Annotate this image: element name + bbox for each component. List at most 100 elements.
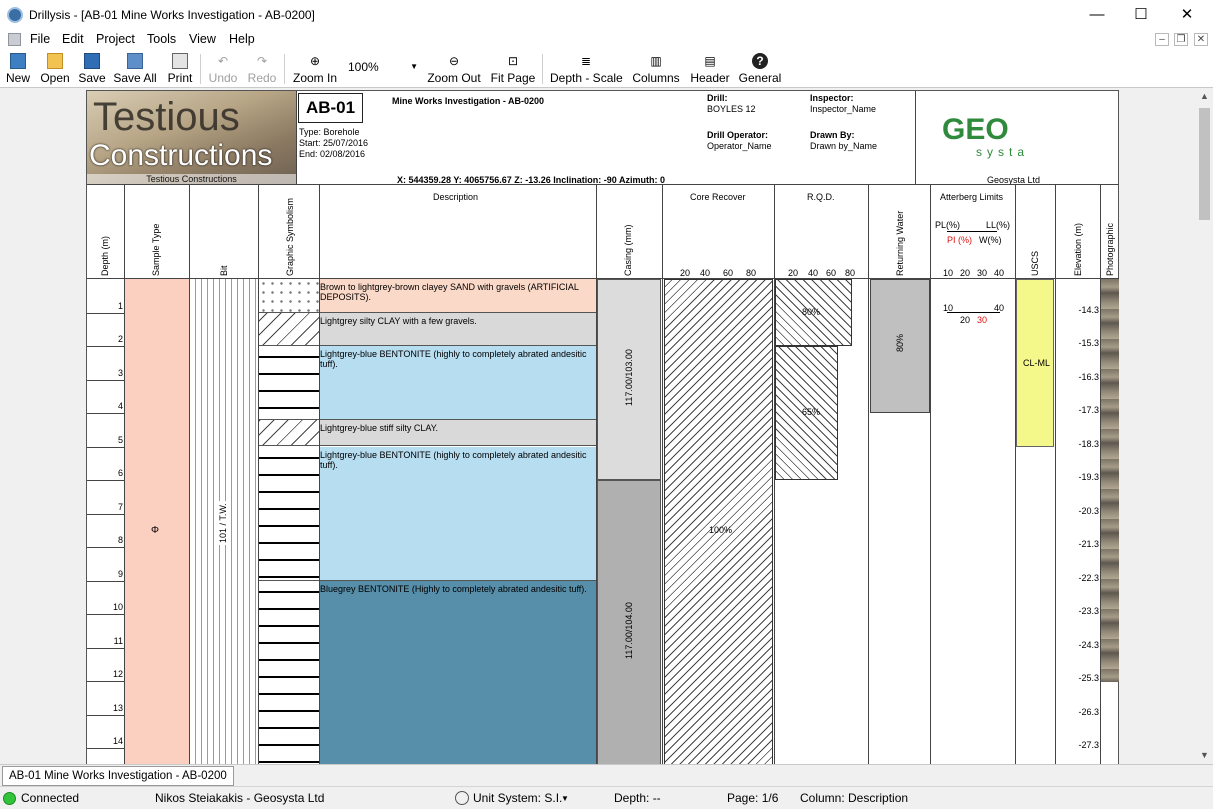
- layer-description[interactable]: Lightgrey-blue stiff silty CLAY.: [320, 419, 596, 447]
- elevation-tick: -14.3: [1078, 304, 1099, 315]
- end-date: End: 02/08/2016: [299, 149, 366, 159]
- column-header-description[interactable]: Description: [433, 192, 478, 202]
- zoom-in-label: Zoom In: [292, 71, 337, 85]
- column-header-rqd[interactable]: R.Q.D.: [807, 192, 835, 202]
- zoom-level-select[interactable]: 100% ▼: [343, 56, 420, 78]
- scroll-down-icon[interactable]: ▼: [1196, 747, 1213, 764]
- window-title: Drillysis - [AB-01 Mine Works Investigat…: [29, 8, 315, 22]
- menu-project[interactable]: Project: [96, 32, 135, 46]
- geosysta-logo-subtext: systa: [976, 145, 1030, 159]
- column-header-casing[interactable]: Casing (mm): [623, 224, 633, 276]
- returning-water-bar[interactable]: 80%: [870, 279, 930, 413]
- minimize-button[interactable]: —: [1074, 0, 1120, 30]
- atterberg-ll-label: LL(%): [986, 220, 1011, 230]
- elevation-tick: -15.3: [1078, 338, 1099, 348]
- fit-page-icon: ⊡: [507, 54, 519, 68]
- zoom-in-button[interactable]: ⊕ Zoom In: [292, 50, 338, 88]
- bit-column[interactable]: 101 / T.W.: [190, 279, 258, 764]
- toolbar-separator: [200, 54, 201, 84]
- menu-view[interactable]: View: [189, 32, 216, 46]
- uscs-cell[interactable]: CL-ML: [1016, 279, 1054, 447]
- column-divider: [868, 184, 869, 764]
- column-divider: [319, 184, 320, 764]
- divider: [87, 184, 1119, 185]
- layer-description[interactable]: Brown to lightgrey-brown clayey SAND wit…: [320, 279, 596, 313]
- atterberg-range-line: [947, 312, 1000, 313]
- logo-text-testious: Testious: [93, 95, 240, 139]
- depth-tick: 3: [117, 367, 123, 378]
- core-recover-bar[interactable]: 100%: [664, 279, 773, 764]
- graphic-symbol-cell: [259, 419, 319, 447]
- zoom-out-button[interactable]: ⊖ Zoom Out: [425, 50, 483, 88]
- menu-tools[interactable]: Tools: [147, 32, 176, 46]
- save-all-icon: [127, 53, 143, 69]
- save-all-button[interactable]: Save All: [113, 50, 157, 88]
- column-header-bit[interactable]: Bit: [219, 265, 229, 276]
- columns-button[interactable]: ▥ Columns: [631, 50, 681, 88]
- open-button[interactable]: Open: [38, 50, 72, 88]
- scroll-up-icon[interactable]: ▲: [1196, 88, 1213, 105]
- mdi-minimize-button[interactable]: ‒: [1155, 33, 1169, 46]
- save-button[interactable]: Save: [78, 50, 106, 88]
- redo-label: Redo: [247, 71, 277, 85]
- header-button[interactable]: ▤ Header: [689, 50, 731, 88]
- column-header-returning-water[interactable]: Returning Water: [895, 211, 905, 276]
- redo-button[interactable]: ↷ Redo: [247, 50, 277, 88]
- column-divider: [662, 184, 663, 764]
- general-button[interactable]: ? General: [738, 50, 782, 88]
- undo-button[interactable]: ↶ Undo: [207, 50, 239, 88]
- casing-cell[interactable]: 117.00/103.00: [597, 279, 661, 480]
- new-button[interactable]: New: [3, 50, 33, 88]
- column-header-sample-type[interactable]: Sample Type: [151, 224, 161, 276]
- column-header-graphic[interactable]: Graphic Symbolism: [285, 198, 295, 276]
- depth-tick: 2: [117, 334, 123, 344]
- unit-system-status[interactable]: Unit System: S.I.: [473, 791, 562, 805]
- app-window: Drillysis - [AB-01 Mine Works Investigat…: [0, 0, 1213, 809]
- column-header-core-recover[interactable]: Core Recover: [690, 192, 746, 202]
- depth-gridline: [87, 714, 124, 716]
- rqd-bar[interactable]: 65%: [775, 346, 838, 480]
- depth-gridline: [87, 614, 124, 615]
- column-header-photographic[interactable]: Photographic: [1105, 223, 1115, 276]
- sample-type-column[interactable]: Φ: [125, 279, 189, 764]
- casing-value: 117.00/103.00: [624, 349, 634, 406]
- print-button[interactable]: Print: [165, 50, 195, 88]
- rqd-value: 65%: [802, 407, 821, 417]
- depth-gridline: [87, 647, 124, 649]
- depth-tick: 11: [113, 635, 123, 646]
- core-photo[interactable]: [1101, 279, 1119, 682]
- elevation-tick: -27.3: [1078, 740, 1099, 750]
- document-tab[interactable]: AB-01 Mine Works Investigation - AB-0200: [2, 766, 234, 786]
- mdi-close-button[interactable]: ✕: [1194, 33, 1208, 46]
- column-divider: [1100, 184, 1101, 764]
- scrollbar-thumb[interactable]: [1199, 108, 1210, 220]
- depth-scale-button[interactable]: ≣ Depth - Scale: [550, 50, 623, 88]
- layer-description[interactable]: Lightgrey silty CLAY with a few gravels.: [320, 312, 596, 346]
- casing-cell[interactable]: 117.00/104.00: [597, 480, 661, 764]
- fit-page-button[interactable]: ⊡ Fit Page: [490, 50, 536, 88]
- close-button[interactable]: ✕: [1164, 0, 1210, 30]
- menu-edit[interactable]: Edit: [62, 32, 84, 46]
- rqd-bar[interactable]: 80%: [775, 279, 852, 346]
- menu-help[interactable]: Help: [229, 32, 255, 46]
- vertical-scrollbar[interactable]: ▲ ▼: [1196, 88, 1213, 764]
- document-icon[interactable]: [8, 33, 21, 46]
- layer-description[interactable]: Bluegrey BENTONITE (Highly to completely…: [320, 580, 596, 764]
- maximize-button[interactable]: ☐: [1118, 0, 1164, 30]
- mdi-restore-button[interactable]: ❐: [1174, 33, 1188, 46]
- drillysis-app-icon: [7, 7, 23, 23]
- layer-description[interactable]: Lightgrey-blue BENTONITE (highly to comp…: [320, 446, 596, 581]
- column-header-atterberg[interactable]: Atterberg Limits: [940, 192, 1003, 202]
- help-circle-icon: ?: [752, 53, 768, 69]
- menu-file[interactable]: File: [30, 32, 50, 46]
- chevron-down-icon[interactable]: ▼: [561, 794, 569, 803]
- column-header-uscs[interactable]: USCS: [1030, 251, 1040, 276]
- column-header-depth[interactable]: Depth (m): [100, 236, 110, 276]
- redo-icon: ↷: [256, 54, 268, 68]
- core-tick: 20: [680, 268, 691, 278]
- column-header-elevation[interactable]: Elevation (m): [1073, 223, 1083, 276]
- layer-description[interactable]: Lightgrey-blue BENTONITE (highly to comp…: [320, 346, 596, 420]
- save-icon: [84, 53, 100, 69]
- atterberg-legend-line: [947, 231, 997, 232]
- column-status: Column: Description: [800, 791, 909, 805]
